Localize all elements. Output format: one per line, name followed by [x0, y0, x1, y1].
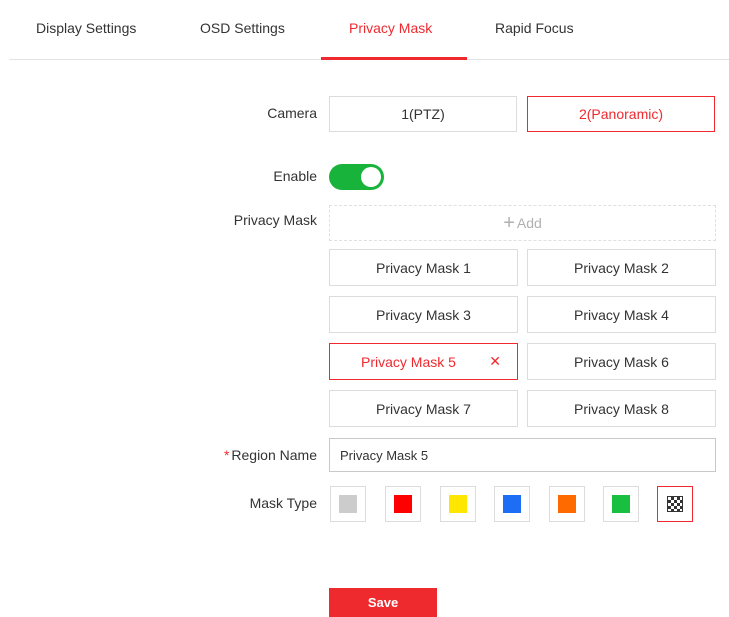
privacy-mask-label: Privacy Mask	[233, 212, 317, 228]
mask-type-orange[interactable]	[549, 486, 585, 522]
mask-item-label: Privacy Mask 4	[574, 306, 669, 323]
orange-swatch	[558, 495, 576, 513]
blue-swatch	[503, 495, 521, 513]
tab-bar: Display Settings OSD Settings Privacy Ma…	[0, 0, 729, 60]
mask-item-label: Privacy Mask 5	[361, 353, 456, 370]
gray-swatch	[339, 495, 357, 513]
mask-item-2[interactable]: Privacy Mask 2	[527, 249, 716, 286]
mask-type-red[interactable]	[385, 486, 421, 522]
camera-label: Camera	[267, 105, 317, 121]
close-icon[interactable]: ✕	[489, 353, 501, 370]
mask-item-label: Privacy Mask 7	[376, 400, 471, 417]
yellow-swatch	[449, 495, 467, 513]
mask-item-label: Privacy Mask 3	[376, 306, 471, 323]
required-mark: *	[223, 447, 230, 463]
mask-type-mosaic[interactable]	[657, 486, 693, 522]
mask-type-green[interactable]	[603, 486, 639, 522]
mask-item-7[interactable]: Privacy Mask 7	[329, 390, 518, 427]
region-name-input[interactable]	[329, 438, 716, 472]
mask-item-label: Privacy Mask 1	[376, 259, 471, 276]
enable-toggle[interactable]	[329, 164, 384, 190]
toggle-knob	[361, 167, 381, 187]
save-button[interactable]: Save	[329, 588, 437, 617]
camera-option-ptz[interactable]: 1(PTZ)	[329, 96, 517, 132]
mask-item-5[interactable]: Privacy Mask 5 ✕	[329, 343, 518, 380]
mask-type-gray[interactable]	[330, 486, 366, 522]
red-swatch	[394, 495, 412, 513]
plus-icon: +	[503, 212, 515, 234]
mask-item-label: Privacy Mask 2	[574, 259, 669, 276]
mask-item-label: Privacy Mask 6	[574, 353, 669, 370]
tab-privacy-mask[interactable]: Privacy Mask	[349, 20, 432, 36]
mask-item-label: Privacy Mask 8	[574, 400, 669, 417]
region-name-label: * Region Name	[224, 447, 317, 463]
add-mask-button[interactable]: + Add	[329, 205, 716, 241]
mask-type-blue[interactable]	[494, 486, 530, 522]
green-swatch	[612, 495, 630, 513]
mask-item-8[interactable]: Privacy Mask 8	[527, 390, 716, 427]
tab-rapid-focus[interactable]: Rapid Focus	[495, 20, 574, 36]
mask-type-yellow[interactable]	[440, 486, 476, 522]
add-mask-label: Add	[516, 215, 542, 231]
mask-item-1[interactable]: Privacy Mask 1	[329, 249, 518, 286]
mask-item-6[interactable]: Privacy Mask 6	[527, 343, 716, 380]
camera-option-panoramic[interactable]: 2(Panoramic)	[527, 96, 715, 132]
mosaic-icon	[667, 496, 683, 512]
mask-item-4[interactable]: Privacy Mask 4	[527, 296, 716, 333]
active-tab-indicator	[321, 57, 467, 60]
tab-osd-settings[interactable]: OSD Settings	[200, 20, 285, 36]
tab-display-settings[interactable]: Display Settings	[36, 20, 136, 36]
mask-type-label: Mask Type	[249, 495, 317, 511]
enable-label: Enable	[273, 168, 317, 184]
region-name-text: Region Name	[231, 447, 317, 463]
mask-item-3[interactable]: Privacy Mask 3	[329, 296, 518, 333]
